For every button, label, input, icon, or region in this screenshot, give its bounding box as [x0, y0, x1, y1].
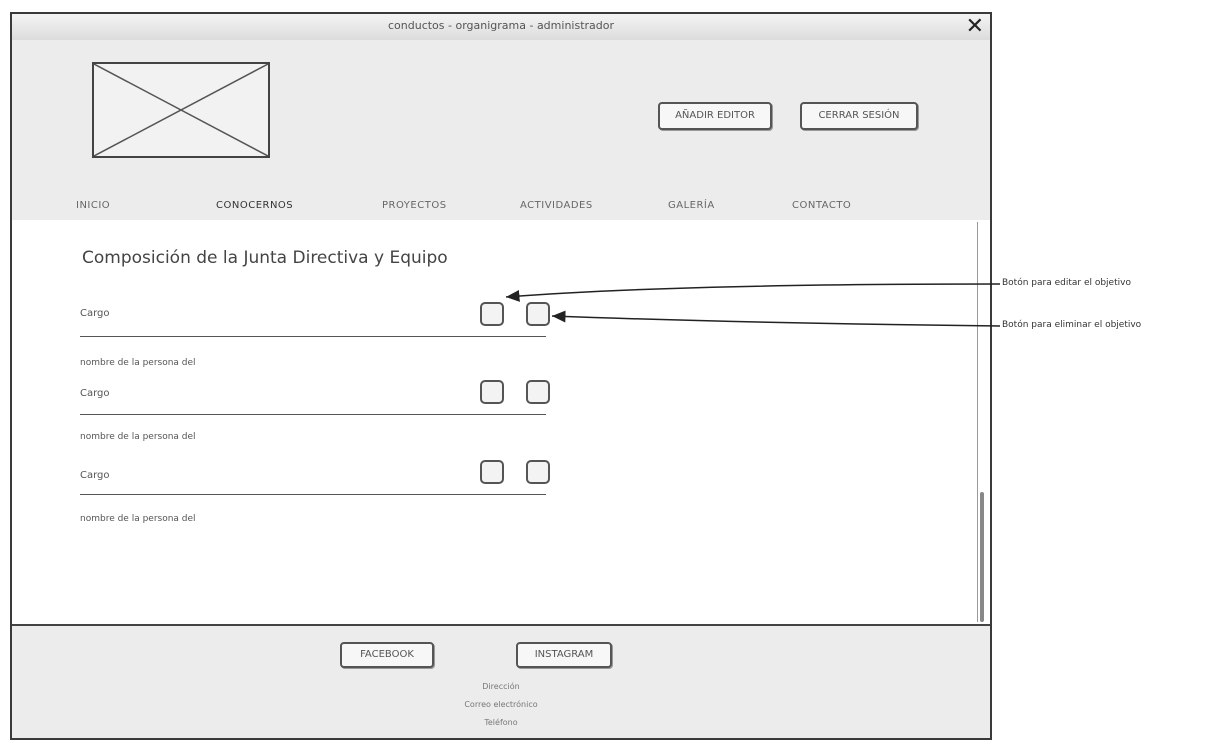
annotation-edit-button: Botón para editar el objetivo — [1002, 278, 1131, 288]
annotation-delete-button: Botón para eliminar el objetivo — [1002, 320, 1142, 330]
annotation-arrows — [505, 283, 1001, 327]
arrow-delete-annotation — [551, 310, 1001, 327]
arrow-edit-annotation — [505, 283, 1001, 302]
